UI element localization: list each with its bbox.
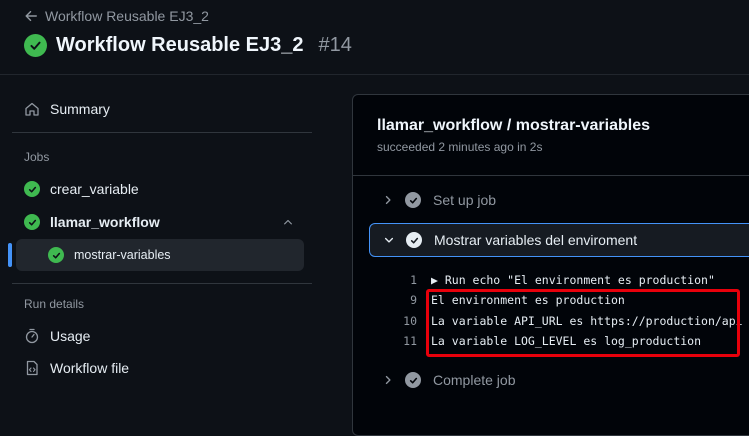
file-code-icon (26, 360, 38, 376)
log-line-number: 10 (403, 314, 417, 328)
chevron-right-icon (385, 375, 391, 385)
sidebar-item-mostrar-variables[interactable]: mostrar-variables (48, 247, 171, 263)
success-check-icon (406, 232, 422, 248)
page-title: Workflow Reusable EJ3_2 #14 (24, 34, 352, 57)
chevron-down-icon (384, 237, 394, 243)
success-check-icon (405, 192, 421, 208)
sidebar-item-label: Workflow file (50, 360, 130, 376)
step-complete-job[interactable]: Complete job (375, 369, 516, 391)
sidebar-item-label: llamar_workflow (50, 214, 160, 230)
log-line-number: 9 (410, 293, 417, 307)
sidebar-item-llamar-workflow[interactable]: llamar_workflow (24, 214, 160, 230)
workflow-title: Workflow Reusable EJ3_2 (56, 34, 304, 56)
success-check-icon (48, 247, 64, 263)
log-line[interactable]: 1 ▶ Run echo "El environment es producti… (375, 273, 715, 287)
active-indicator (8, 243, 12, 267)
step-label: Mostrar variables del enviroment (434, 232, 638, 248)
sidebar-item-usage[interactable]: Usage (24, 328, 90, 344)
highlight-annotation-box (426, 289, 740, 357)
sidebar-divider (12, 132, 312, 133)
log-line-text: ▶ Run echo "El environment es production… (431, 273, 715, 287)
sidebar-item-label: mostrar-variables (74, 248, 171, 262)
log-line-number: 1 (410, 273, 417, 287)
header-divider (0, 74, 749, 75)
jobs-heading: Jobs (24, 150, 50, 164)
run-details-heading: Run details (24, 297, 85, 311)
chevron-right-icon (385, 195, 391, 205)
sidebar-item-workflow-file[interactable]: Workflow file (24, 360, 129, 376)
back-link[interactable]: Workflow Reusable EJ3_2 (24, 8, 209, 24)
job-title: llamar_workflow / mostrar-variables (377, 117, 650, 134)
step-label: Complete job (433, 372, 516, 388)
panel-divider (353, 175, 749, 176)
sidebar-item-crear-variable[interactable]: crear_variable (24, 181, 139, 197)
sidebar-item-summary[interactable]: Summary (24, 101, 110, 117)
step-label: Set up job (433, 192, 497, 208)
sidebar-item-label: Summary (50, 101, 110, 117)
log-line-number: 11 (403, 334, 417, 348)
success-check-icon (24, 181, 40, 197)
sidebar-item-label: Usage (50, 328, 91, 344)
chevron-up-icon[interactable] (282, 216, 294, 228)
sidebar-divider (12, 283, 312, 284)
sidebar-item-label: crear_variable (50, 181, 139, 197)
home-icon (25, 102, 39, 116)
job-status: succeeded 2 minutes ago in 2s (377, 140, 543, 154)
stopwatch-icon (25, 328, 39, 344)
arrow-left-icon (25, 10, 37, 22)
success-check-icon (24, 34, 47, 57)
success-check-icon (24, 214, 40, 230)
step-set-up-job[interactable]: Set up job (375, 189, 496, 211)
step-mostrar-variables[interactable]: Mostrar variables del enviroment (369, 223, 749, 257)
run-number: #14 (318, 34, 352, 56)
success-check-icon (405, 372, 421, 388)
back-link-label: Workflow Reusable EJ3_2 (45, 8, 209, 24)
